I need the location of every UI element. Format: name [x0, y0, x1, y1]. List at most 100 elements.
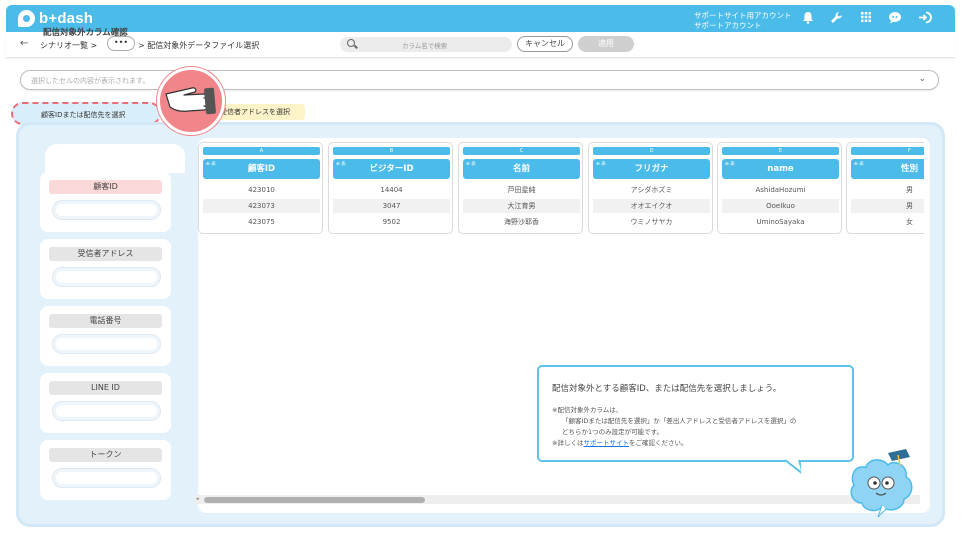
search-icon — [347, 39, 355, 47]
column-name: 性別 — [900, 164, 918, 174]
table-cell[interactable]: 423010 — [203, 183, 320, 197]
pointing-hand-icon — [165, 87, 216, 115]
grid-icon[interactable] — [859, 11, 873, 25]
table-cell[interactable]: 男 — [851, 199, 924, 213]
tooltip-text: ※詳しくは — [552, 439, 584, 447]
mascot-icon — [850, 449, 913, 518]
account-line-1: サポートサイト用アカウント — [694, 11, 792, 20]
table-cell[interactable]: 女 — [851, 215, 924, 229]
tooltip-line: どちらか1つのみ設定が可能です。 — [562, 428, 663, 436]
table-cell[interactable]: 423075 — [203, 215, 320, 229]
left-item-token[interactable]: トークン — [40, 440, 171, 500]
column-type-icon: ⊕ 表 — [596, 162, 606, 167]
back-arrow-icon[interactable]: ← — [20, 38, 28, 49]
column-header[interactable]: ⊕ 表 ビジターID — [333, 159, 450, 179]
table-cell[interactable]: 3047 — [333, 199, 450, 213]
column-name: 顧客ID — [247, 164, 276, 174]
column-name: name — [767, 164, 794, 174]
left-item-label: トークン — [49, 448, 162, 462]
tooltip-tail — [784, 459, 801, 474]
tab-customer-id-label: 顧客IDまたは配信先を選択 — [41, 111, 126, 119]
account-line-2: サポートアカウント — [694, 21, 762, 30]
table-cell[interactable]: OoeIkuo — [722, 199, 839, 213]
tooltip-line: ※詳しくはサポートサイトをご確認ください。 — [552, 437, 687, 447]
column-card[interactable]: A ⊕ 表 顧客ID 423010 423073 423075 — [198, 142, 323, 234]
drop-slot[interactable] — [52, 468, 161, 488]
table-cell[interactable]: オオエイクオ — [593, 199, 710, 213]
table-cell[interactable]: 9502 — [333, 215, 450, 229]
drop-slot[interactable] — [52, 334, 161, 354]
column-type-icon: ⊕ 表 — [466, 162, 476, 167]
top-header: b+dash サポートサイト用アカウント サポートアカウント — [6, 5, 955, 32]
tooltip-line: 「顧客IDまたは配信先を選択」か「差出人アドレスと受信者アドレスを選択」の — [562, 417, 797, 425]
column-card[interactable]: D ⊕ 表 フリガナ アシダホズミ オオエイクオ ウミノサヤカ — [588, 142, 713, 234]
column-header[interactable]: ⊕ 表 name — [722, 159, 839, 179]
table-cell[interactable]: アシダホズミ — [593, 183, 710, 197]
left-item-phone[interactable]: 電話番号 — [40, 306, 171, 366]
column-letter: B — [333, 147, 450, 155]
left-item-label: 電話番号 — [49, 314, 162, 328]
table-cell[interactable]: 芦田星純 — [463, 183, 580, 197]
column-type-icon: ⊕ 表 — [206, 162, 216, 167]
column-letter: D — [593, 147, 710, 155]
logo[interactable]: b+dash — [18, 10, 93, 27]
column-header[interactable]: ⊕ 表 顧客ID — [203, 159, 320, 179]
support-site-link[interactable]: サポートサイト — [583, 439, 629, 447]
table-cell[interactable]: UminoSayaka — [722, 215, 839, 229]
drop-slot[interactable] — [52, 200, 161, 220]
cell-preview-field[interactable]: 選択したセルの内容が表示されます。 ⌄ — [20, 70, 939, 90]
wrench-icon[interactable] — [829, 11, 843, 25]
table-cell[interactable]: 海野沙耶香 — [463, 215, 580, 229]
logo-text: b+dash — [39, 10, 94, 27]
table-cell[interactable]: 大江育男 — [463, 199, 580, 213]
table-cell[interactable]: ウミノサヤカ — [593, 215, 710, 229]
column-letter: A — [203, 147, 320, 155]
column-header[interactable]: ⊕ 表 性別 — [851, 159, 924, 179]
excluded-columns-title: 配信対象外カラム確認 — [43, 28, 128, 38]
tooltip-line: ※配信対象外カラムは、 — [552, 406, 623, 414]
table-cell[interactable]: 423073 — [203, 199, 320, 213]
cell-preview-placeholder: 選択したセルの内容が表示されます。 — [31, 77, 150, 85]
tooltip-title: 配信対象外とする顧客ID、または配信先を選択しましょう。 — [552, 384, 782, 394]
breadcrumb-scenario-list[interactable]: シナリオ一覧 > — [40, 40, 97, 51]
drop-slot[interactable] — [52, 401, 161, 421]
table-cell[interactable]: 14404 — [333, 183, 450, 197]
chat-icon[interactable] — [888, 11, 902, 25]
left-item-label: LINE ID — [49, 381, 162, 395]
table-cell[interactable]: AshidaHozumi — [722, 183, 839, 197]
left-item-customer-id[interactable]: 顧客ID — [40, 172, 171, 232]
column-header[interactable]: ⊕ 表 フリガナ — [593, 159, 710, 179]
column-letter: F — [851, 147, 924, 155]
column-card[interactable]: B ⊕ 表 ビジターID 14404 3047 9502 — [328, 142, 453, 234]
tooltip-text: をご確認ください。 — [628, 439, 688, 447]
bell-icon[interactable] — [801, 11, 815, 25]
breadcrumb-more-button[interactable]: ••• — [107, 36, 135, 51]
column-card[interactable]: F ⊕ 表 性別 男 男 女 — [846, 142, 924, 234]
apply-button[interactable]: 適用 — [578, 36, 634, 52]
scroll-left-icon[interactable]: ◂ — [196, 496, 199, 502]
column-clip: F ⊕ 表 性別 男 男 女 — [846, 142, 924, 234]
column-type-icon: ⊕ 表 — [336, 162, 346, 167]
cancel-button[interactable]: キャンセル — [517, 36, 573, 52]
column-card[interactable]: C ⊕ 表 名前 芦田星純 大江育男 海野沙耶香 — [458, 142, 583, 234]
column-letter: E — [722, 147, 839, 155]
column-card[interactable]: E ⊕ 表 name AshidaHozumi OoeIkuo UminoSaya… — [717, 142, 842, 234]
column-type-icon: ⊕ 表 — [854, 162, 864, 167]
chevron-down-icon[interactable]: ⌄ — [918, 74, 926, 84]
left-item-line-id[interactable]: LINE ID — [40, 373, 171, 433]
table-cell[interactable]: 男 — [851, 183, 924, 197]
logo-mark-icon — [18, 10, 35, 27]
left-title-bg — [45, 144, 185, 173]
search-placeholder: カラム名で検索 — [402, 42, 448, 50]
logout-icon[interactable] — [918, 11, 932, 25]
breadcrumb-bar: ← シナリオ一覧 > ••• > 配信対象外データファイル選択 カラム名で検索 … — [6, 32, 955, 58]
left-item-label: 顧客ID — [49, 180, 162, 194]
column-search-input[interactable]: カラム名で検索 — [340, 37, 512, 52]
account-info[interactable]: サポートサイト用アカウント サポートアカウント — [694, 11, 792, 31]
breadcrumb-current: > 配信対象外データファイル選択 — [138, 41, 260, 50]
scrollbar-thumb[interactable] — [204, 497, 425, 503]
drop-slot[interactable] — [52, 267, 161, 287]
column-header[interactable]: ⊕ 表 名前 — [463, 159, 580, 179]
left-item-recipient-address[interactable]: 受信者アドレス — [40, 239, 171, 299]
column-type-icon: ⊕ 表 — [725, 162, 735, 167]
